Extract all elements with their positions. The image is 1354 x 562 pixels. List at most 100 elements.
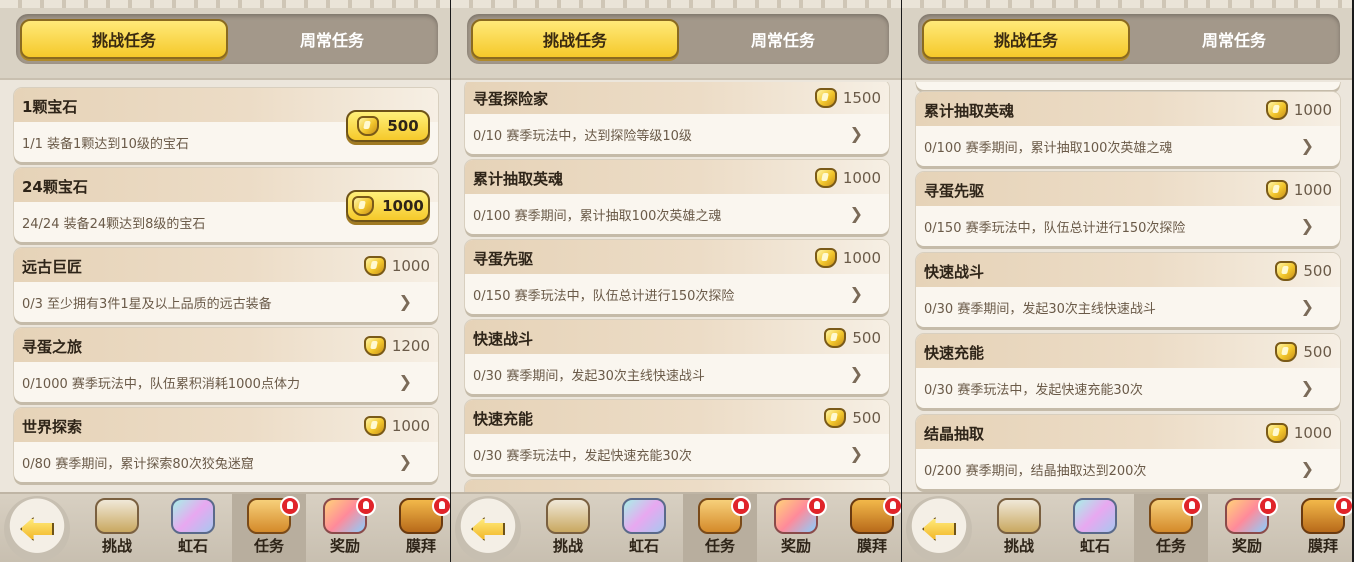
task-card[interactable]: 快速战斗 500 0/30 赛季期间，发起30次主线快速战斗 ❯ [465, 320, 889, 394]
nav-challenge[interactable]: 挑战 [982, 494, 1056, 562]
tab-switcher: 挑战任务 周常任务 [467, 14, 889, 64]
chevron-right-icon[interactable]: ❯ [1301, 136, 1314, 155]
task-card[interactable]: 远古巨匠 1000 0/3 至少拥有3件1星及以上品质的远古装备 ❯ [14, 248, 438, 322]
gem-icon [363, 416, 386, 436]
gem-icon [1265, 423, 1288, 443]
task-list[interactable]: 寻蛋探险家 1500 0/10 赛季玩法中，达到探险等级10级 ❯ 累计抽取英魂… [451, 82, 901, 492]
reward: 1000 [363, 416, 430, 436]
task-description: 24/24 装备24颗达到8级的宝石 [22, 217, 206, 232]
gem-icon [1275, 261, 1298, 281]
reward-amount: 500 [852, 329, 881, 347]
task-card[interactable] [916, 82, 1340, 90]
reward: 500 [1275, 261, 1332, 281]
nav-tasks[interactable]: 任务 [1134, 494, 1208, 562]
chevron-right-icon[interactable]: ❯ [399, 292, 412, 311]
reward-amount: 1000 [382, 197, 424, 215]
task-list[interactable]: 累计抽取英魂 1000 0/100 赛季期间，累计抽取100次英雄之魂 ❯ 寻蛋… [902, 82, 1352, 492]
gem-icon [824, 328, 847, 348]
gem-icon [363, 336, 386, 356]
task-card[interactable]: 世界探索 1000 0/80 赛季期间，累计探索80次狡兔迷窟 ❯ [14, 408, 438, 482]
reward-amount: 1000 [1293, 101, 1332, 119]
reward: 1500 [814, 88, 881, 108]
task-description: 0/30 赛季期间，发起30次主线快速战斗 [473, 369, 705, 384]
nav-rewards[interactable]: 奖励 [308, 494, 382, 562]
chevron-right-icon[interactable]: ❯ [850, 204, 863, 223]
claim-reward-button[interactable]: 500 [346, 110, 430, 142]
task-card[interactable]: 累计抽取英魂 1000 0/100 赛季期间，累计抽取100次英雄之魂 ❯ [465, 160, 889, 234]
chevron-right-icon[interactable]: ❯ [850, 364, 863, 383]
back-button[interactable] [455, 496, 521, 562]
nav-rainbow-stone[interactable]: 虹石 [1058, 494, 1132, 562]
top-bar: 挑战任务 周常任务 [451, 0, 901, 80]
nav-worship[interactable]: 膜拜 [1286, 494, 1352, 562]
nav-worship[interactable]: 膜拜 [835, 494, 901, 562]
chevron-right-icon[interactable]: ❯ [850, 124, 863, 143]
nav-rainbow-stone[interactable]: 虹石 [607, 494, 681, 562]
chevron-right-icon[interactable]: ❯ [399, 452, 412, 471]
task-description: 0/150 赛季玩法中，队伍总计进行150次探险 [924, 221, 1186, 236]
task-title: 结晶抽取 [924, 425, 985, 443]
notification-badge [1334, 496, 1352, 516]
reward-amount: 1000 [1293, 181, 1332, 199]
crossed-swords-icon [546, 498, 590, 534]
back-arrow-icon [20, 517, 54, 541]
task-title: 1颗宝石 [22, 98, 78, 116]
task-title: 累计抽取英魂 [924, 102, 1015, 120]
nav-rainbow-stone[interactable]: 虹石 [156, 494, 230, 562]
gem-icon [814, 248, 837, 268]
notification-badge [356, 496, 376, 516]
bottom-nav: 挑战 虹石 任务 奖励 膜拜 [0, 492, 450, 562]
task-card[interactable]: 寻蛋先驱 1000 0/150 赛季玩法中，队伍总计进行150次探险 ❯ [465, 240, 889, 314]
task-card[interactable]: 寻蛋先驱 1000 0/150 赛季玩法中，队伍总计进行150次探险 ❯ [916, 172, 1340, 246]
gem-icon [824, 408, 847, 428]
chevron-right-icon[interactable]: ❯ [399, 372, 412, 391]
nav-worship[interactable]: 膜拜 [384, 494, 450, 562]
chevron-right-icon[interactable]: ❯ [1301, 216, 1314, 235]
chevron-right-icon[interactable]: ❯ [1301, 297, 1314, 316]
task-description: 0/100 赛季期间，累计抽取100次英雄之魂 [473, 209, 722, 224]
chevron-right-icon[interactable]: ❯ [850, 444, 863, 463]
task-card[interactable]: 快速充能 500 0/30 赛季玩法中，发起快速充能30次 ❯ [916, 334, 1340, 408]
chevron-right-icon[interactable]: ❯ [1301, 459, 1314, 478]
task-card[interactable]: 快速战斗 500 0/30 赛季期间，发起30次主线快速战斗 ❯ [916, 253, 1340, 327]
gem-icon [814, 168, 837, 188]
nav-tasks[interactable]: 任务 [683, 494, 757, 562]
chevron-right-icon[interactable]: ❯ [1301, 378, 1314, 397]
task-list[interactable]: 1颗宝石 1/1 装备1颗达到10级的宝石 500 24颗宝石 24/24 装备… [0, 82, 450, 492]
tab-challenge-tasks[interactable]: 挑战任务 [922, 19, 1130, 59]
back-button[interactable] [906, 496, 972, 562]
reward-amount: 500 [387, 117, 419, 135]
reward: 1000 [1265, 180, 1332, 200]
task-card[interactable]: 累计抽取英魂 1000 0/100 赛季期间，累计抽取100次英雄之魂 ❯ [916, 92, 1340, 166]
task-description: 0/30 赛季玩法中，发起快速充能30次 [473, 449, 692, 464]
tab-challenge-tasks[interactable]: 挑战任务 [471, 19, 679, 59]
task-card[interactable]: 快速充能 500 0/30 赛季玩法中，发起快速充能30次 ❯ [465, 400, 889, 474]
claim-reward-button[interactable]: 1000 [346, 190, 430, 222]
tab-challenge-tasks[interactable]: 挑战任务 [20, 19, 228, 59]
task-card[interactable] [465, 480, 889, 492]
bottom-nav: 挑战 虹石 任务 奖励 膜拜 [451, 492, 901, 562]
reward-amount: 500 [1303, 343, 1332, 361]
task-description: 1/1 装备1颗达到10级的宝石 [22, 137, 189, 152]
task-description: 0/150 赛季玩法中，队伍总计进行150次探险 [473, 289, 735, 304]
task-card[interactable]: 寻蛋探险家 1500 0/10 赛季玩法中，达到探险等级10级 ❯ [465, 82, 889, 154]
gem-icon [363, 256, 386, 276]
nav-tasks[interactable]: 任务 [232, 494, 306, 562]
tab-weekly-tasks[interactable]: 周常任务 [228, 19, 436, 59]
chevron-right-icon[interactable]: ❯ [850, 284, 863, 303]
reward-amount: 1000 [842, 249, 881, 267]
task-title: 远古巨匠 [22, 258, 83, 276]
gem-icon [357, 116, 380, 136]
reward-amount: 500 [852, 409, 881, 427]
nav-rewards[interactable]: 奖励 [759, 494, 833, 562]
tab-weekly-tasks[interactable]: 周常任务 [1130, 19, 1338, 59]
task-title: 寻蛋之旅 [22, 338, 83, 356]
task-card[interactable]: 结晶抽取 1000 0/200 赛季期间，结晶抽取达到200次 ❯ [916, 415, 1340, 489]
tab-weekly-tasks[interactable]: 周常任务 [679, 19, 887, 59]
task-card[interactable]: 寻蛋之旅 1200 0/1000 赛季玩法中，队伍累积消耗1000点体力 ❯ [14, 328, 438, 402]
reward: 1000 [814, 168, 881, 188]
back-button[interactable] [4, 496, 70, 562]
nav-challenge[interactable]: 挑战 [531, 494, 605, 562]
nav-rewards[interactable]: 奖励 [1210, 494, 1284, 562]
nav-challenge[interactable]: 挑战 [80, 494, 154, 562]
